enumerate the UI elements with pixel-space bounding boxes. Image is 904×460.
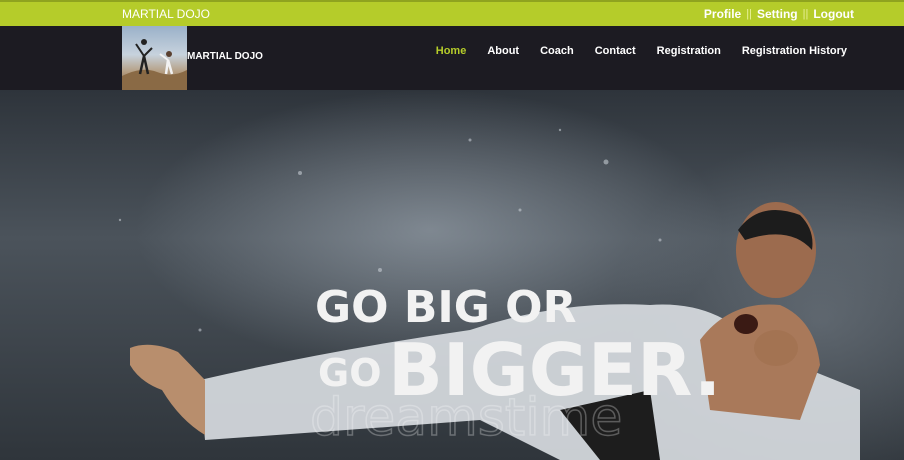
slogan-line-1: GO BIG OR <box>315 282 576 333</box>
logo-image[interactable] <box>122 26 187 90</box>
account-links: Profile || Setting || Logout <box>704 7 854 21</box>
main-menu: Home About Coach Contact Registration Re… <box>415 45 847 57</box>
nav-home[interactable]: Home <box>436 45 467 57</box>
logo-text[interactable]: MARTIAL DOJO <box>187 51 263 62</box>
top-bar: MARTIAL DOJO Profile || Setting || Logou… <box>0 0 904 26</box>
link-separator: || <box>746 8 752 20</box>
nav-registration[interactable]: Registration <box>657 45 721 57</box>
nav-about[interactable]: About <box>487 45 519 57</box>
main-navbar: MARTIAL DOJO Home About Coach Contact Re… <box>0 26 904 90</box>
watermark-text: dreamstime <box>310 388 622 448</box>
logout-link[interactable]: Logout <box>813 7 854 21</box>
hero-banner: GO BIG OR GO BIGGER. dreamstime <box>0 90 904 460</box>
nav-registration-history[interactable]: Registration History <box>742 45 847 57</box>
link-separator: || <box>802 8 809 20</box>
hero-illustration: GO BIG OR GO BIGGER. dreamstime <box>118 128 860 460</box>
setting-link[interactable]: Setting <box>757 7 798 21</box>
site-brand: MARTIAL DOJO <box>122 7 211 21</box>
profile-link[interactable]: Profile <box>704 7 741 21</box>
nav-contact[interactable]: Contact <box>595 45 636 57</box>
nav-coach[interactable]: Coach <box>540 45 574 57</box>
